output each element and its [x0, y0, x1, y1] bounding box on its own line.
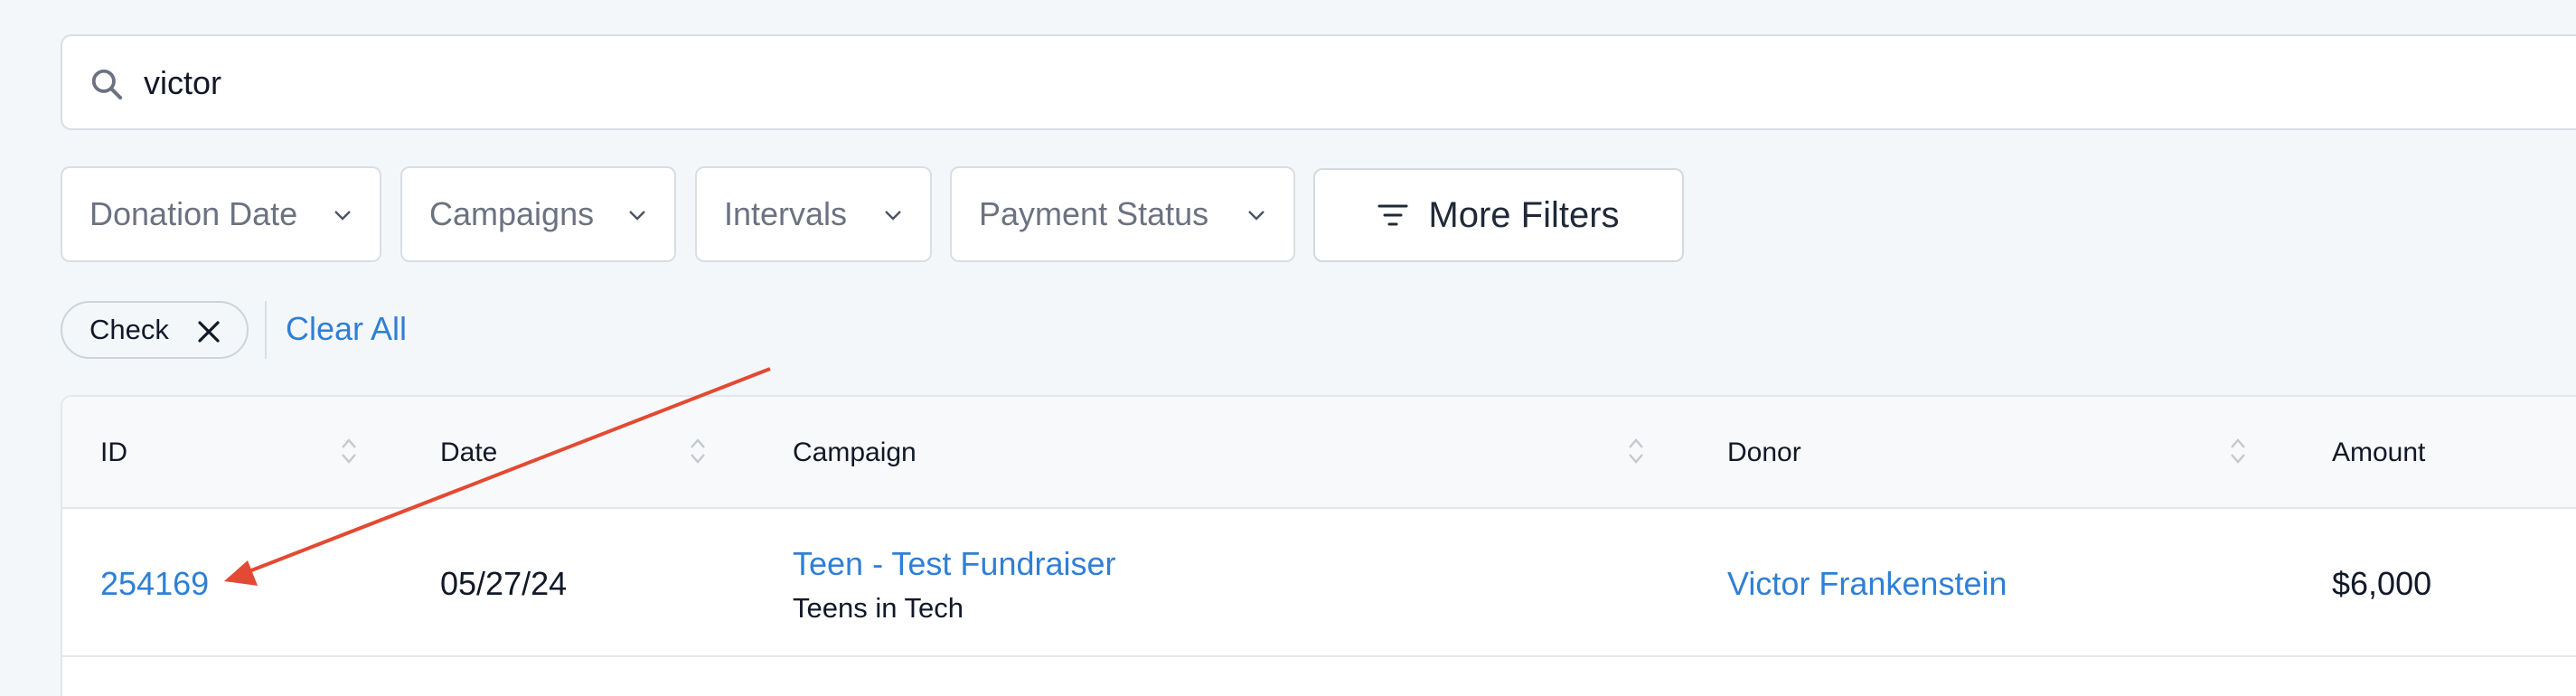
column-header-id[interactable]: ID — [100, 437, 127, 468]
filter-intervals[interactable]: Intervals — [695, 166, 932, 262]
chevron-down-icon — [1248, 211, 1264, 221]
search-input[interactable] — [144, 56, 1500, 110]
filter-label: Campaigns — [429, 195, 595, 232]
chevron-down-icon — [629, 211, 645, 221]
filter-label: Payment Status — [979, 195, 1209, 232]
sort-icon[interactable] — [688, 435, 708, 467]
more-filters-label: More Filters — [1428, 194, 1620, 235]
search-icon — [91, 69, 123, 100]
campaign-organization: Teens in Tech — [793, 592, 964, 624]
column-header-amount[interactable]: Amount — [2332, 437, 2425, 468]
filter-payment-status[interactable]: Payment Status — [950, 166, 1295, 262]
chevron-down-icon — [334, 211, 351, 221]
search-bar[interactable] — [61, 34, 2576, 130]
donor-link[interactable]: Victor Frankenstein — [1727, 565, 2007, 603]
sort-icon[interactable] — [1626, 435, 1646, 467]
close-icon[interactable] — [196, 319, 221, 344]
donation-date: 05/27/24 — [440, 565, 568, 602]
filter-lines-icon — [1377, 204, 1408, 226]
column-header-donor[interactable]: Donor — [1727, 437, 1801, 468]
chip-label: Check — [89, 314, 169, 345]
filter-donation-date[interactable]: Donation Date — [61, 166, 381, 262]
filter-label: Intervals — [724, 195, 848, 232]
donation-amount: $6,000 — [2332, 565, 2432, 602]
sort-icon[interactable] — [2228, 435, 2248, 467]
chevron-down-icon — [885, 211, 901, 221]
filter-campaigns[interactable]: Campaigns — [400, 166, 676, 262]
divider — [265, 301, 267, 359]
active-filter-chip: Check — [61, 301, 249, 359]
sort-icon[interactable] — [339, 435, 359, 467]
column-header-campaign[interactable]: Campaign — [793, 437, 917, 468]
campaign-link[interactable]: Teen - Test Fundraiser — [793, 545, 1116, 583]
table-row: 254169 05/27/24 Teen - Test Fundraiser T… — [62, 509, 2576, 657]
filter-label: Donation Date — [89, 195, 298, 232]
clear-all-link[interactable]: Clear All — [286, 310, 407, 348]
donation-id-link[interactable]: 254169 — [100, 565, 209, 603]
donations-table: ID Date Campaign Donor Amount 254169 05/… — [61, 395, 2576, 696]
table-header: ID Date Campaign Donor Amount — [62, 397, 2576, 509]
more-filters-button[interactable]: More Filters — [1313, 168, 1684, 262]
column-header-date[interactable]: Date — [440, 437, 497, 468]
